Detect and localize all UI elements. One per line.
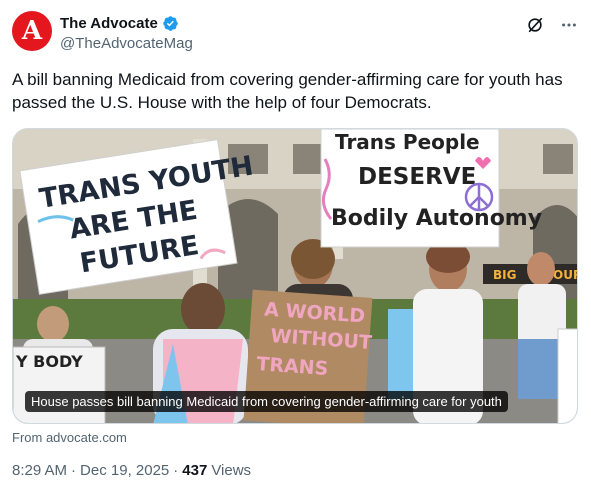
sign-far-left: Y BODY <box>13 346 106 423</box>
protest-photo: BIG OUR TRANS YOUTH ARE THE FUTURE <box>13 129 578 423</box>
tweet-date[interactable]: Dec 19, 2025 <box>80 462 169 479</box>
sign-right-line-2: DESERVE <box>358 164 476 190</box>
more-icon[interactable] <box>559 15 579 35</box>
sign-right-line-1: Trans People <box>335 130 480 154</box>
meta-separator: · <box>71 462 77 479</box>
tweet-text: A bill banning Medicaid from covering ge… <box>12 70 563 112</box>
link-card-image[interactable]: BIG OUR TRANS YOUTH ARE THE FUTURE <box>12 128 578 424</box>
author-names: The Advocate @TheAdvocateMag <box>60 13 193 53</box>
tweet-header: A The Advocate @TheAdvocateMag <box>12 11 579 55</box>
views-label: Views <box>211 462 252 479</box>
handle[interactable]: @TheAdvocateMag <box>60 35 193 52</box>
views-count: 437 <box>182 462 208 479</box>
header-actions <box>525 15 579 35</box>
avatar-letter: A <box>21 16 43 46</box>
tweet-meta: 8:29 AM · Dec 19, 2025 · 437 Views <box>12 462 251 479</box>
card-source[interactable]: From advocate.com <box>12 430 127 445</box>
bg-banner-text: BIG <box>493 268 516 282</box>
meta-separator-2: · <box>173 462 179 479</box>
name-row: The Advocate <box>60 13 193 33</box>
verified-badge-icon <box>163 15 178 31</box>
card-caption: House passes bill banning Medicaid from … <box>25 391 508 412</box>
bg-banner-text-2: OUR <box>553 268 578 282</box>
sign-far-left-text: Y BODY <box>15 352 83 371</box>
sign-right-line-3: Bodily Autonomy <box>331 206 542 231</box>
grok-icon[interactable] <box>525 15 545 35</box>
tweet-time[interactable]: 8:29 AM <box>12 462 67 479</box>
avatar[interactable]: A <box>12 11 52 51</box>
display-name[interactable]: The Advocate <box>60 15 158 32</box>
